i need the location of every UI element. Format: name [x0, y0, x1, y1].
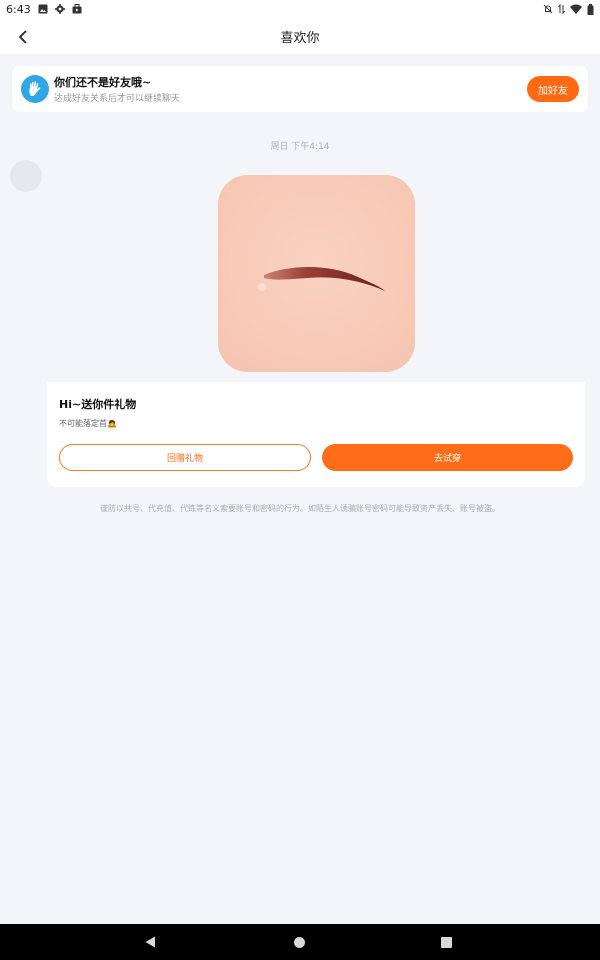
nav-recents-icon[interactable] — [441, 937, 452, 948]
gift-title: Hi~送你件礼物 — [59, 398, 137, 411]
status-bar: 6:43 — [0, 0, 600, 18]
data-arrows-icon — [558, 4, 565, 14]
status-time: 6:43 — [6, 2, 31, 16]
briefcase-icon — [72, 4, 82, 14]
notifications-off-icon — [543, 4, 553, 14]
chevron-left-icon — [19, 30, 27, 44]
image-icon — [38, 4, 48, 14]
return-gift-button[interactable]: 回赠礼物 — [59, 444, 311, 471]
settings-gear-icon — [54, 4, 65, 14]
banner-title: 你们还不是好友哦~ — [54, 76, 152, 89]
sender-avatar[interactable] — [10, 160, 42, 192]
system-nav-bar — [0, 924, 600, 960]
eyebrow-icon — [218, 175, 415, 372]
gift-item-image[interactable] — [218, 175, 415, 372]
page-title: 喜欢你 — [280, 30, 320, 46]
message-timestamp: 周日 下午4:14 — [270, 142, 330, 152]
add-friend-button[interactable]: 加好友 — [527, 76, 579, 102]
try-on-button[interactable]: 去试穿 — [322, 444, 573, 471]
gift-preview-area — [47, 160, 585, 382]
battery-icon — [587, 3, 594, 15]
friend-request-banner: 你们还不是好友哦~ 达成好友关系后才可以继续聊天 加好友 — [12, 66, 588, 112]
title-bar: 喜欢你 — [0, 18, 600, 54]
banner-subtitle: 达成好友关系后才可以继续聊天 — [54, 94, 181, 104]
gift-note: 不可能落定首🙇 — [59, 419, 117, 428]
nav-back-icon[interactable] — [145, 936, 156, 948]
nav-home-icon[interactable] — [294, 937, 305, 948]
security-notice: 谨防以共号、代充值、代练等名义索要账号和密码的行为。如陌生人诱骗账号密码可能导致… — [100, 504, 500, 513]
wifi-icon — [570, 4, 582, 14]
hand-wave-icon — [21, 75, 49, 103]
back-button[interactable] — [12, 26, 34, 48]
gift-message-card: Hi~送你件礼物 不可能落定首🙇 回赠礼物 去试穿 — [47, 160, 585, 487]
